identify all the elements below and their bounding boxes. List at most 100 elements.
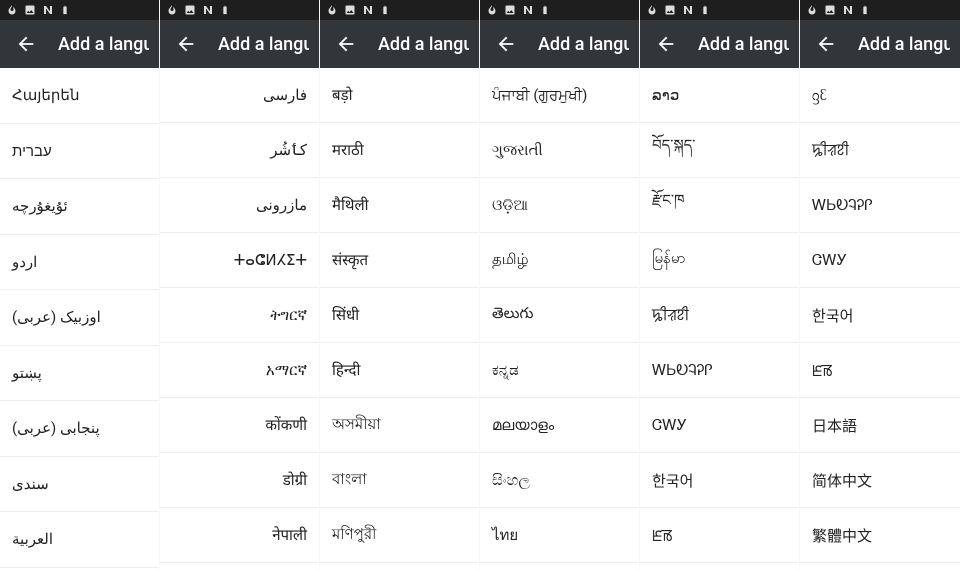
language-row[interactable]: ትግርኛ <box>160 288 319 343</box>
language-row[interactable]: 한국어 <box>800 288 960 343</box>
status-bar <box>0 0 159 20</box>
back-button[interactable] <box>14 32 38 56</box>
status-bar <box>640 0 799 20</box>
language-row[interactable]: संस्कृत <box>320 233 479 288</box>
app-bar-title: Add a langu <box>58 34 149 55</box>
language-list[interactable]: Հայերեն עברית ئۇيغۇرچە اردواوزبیک (عربی) پښت… <box>0 68 159 569</box>
language-row[interactable]: עברית <box>0 124 159 180</box>
language-row[interactable]: ꡈꡏ <box>800 343 960 398</box>
language-label: ᎳᏏᎧᎸᎮᎵ <box>812 196 873 214</box>
language-row[interactable]: 简体中文 <box>800 453 960 508</box>
back-button[interactable] <box>174 32 198 56</box>
language-row[interactable]: کٲشُر <box>160 123 319 178</box>
language-row[interactable]: ไทย <box>480 508 639 563</box>
language-label: বাংলা <box>332 468 367 493</box>
language-label: ئۇيغۇرچە <box>12 197 68 215</box>
language-row[interactable]: অসমীয়া <box>320 398 479 453</box>
language-label: 한국어 <box>812 305 853 326</box>
language-row[interactable]: العربية <box>0 512 159 568</box>
language-list[interactable]: فارسی کٲشُر مازرونی ⵜⴰⵛⵍⵃⵉⵜ ትግርኛ አማርኛकोंकणी डो… <box>160 68 319 569</box>
language-row[interactable]: ລາວ <box>640 68 799 123</box>
language-label: Հայերեն <box>12 86 79 104</box>
language-row[interactable]: মণিপুরী <box>320 508 479 563</box>
language-label: پښتو <box>12 364 42 382</box>
battery-icon <box>220 3 230 17</box>
screen-column: Add a langu ਪੰਜਾਬੀ (ਗੁਰਮੁਖੀ)ગુજરાતીଓଡ଼ିଆ த… <box>480 0 640 569</box>
screen-column: Add a langu Հայերեն עברית ئۇيغۇرچە اردواوزبی… <box>0 0 160 569</box>
language-label: हिन्दी <box>332 360 360 380</box>
language-label: অসমীয়া <box>332 413 381 438</box>
language-label: মণিপুরী <box>332 523 376 548</box>
n-icon <box>522 4 534 16</box>
app-bar-title: Add a langu <box>698 34 789 55</box>
battery-icon <box>380 3 390 17</box>
app-bar-title: Add a langu <box>538 34 629 55</box>
language-row[interactable]: বাংলা <box>320 453 479 508</box>
language-label: ትግርኛ <box>270 306 307 324</box>
status-bar <box>800 0 960 20</box>
language-label: فارسی <box>263 86 307 104</box>
language-row[interactable]: मराठी <box>320 123 479 178</box>
flame-icon <box>166 4 178 16</box>
language-row[interactable]: ਪੰਜਾਬੀ (ਗੁਰਮੁਖੀ) <box>480 68 639 123</box>
language-row[interactable]: اردو <box>0 235 159 291</box>
language-list[interactable]: ລາວབོད་སྐད་རྫོང་ཁ မြန်မာ ꠍꠤꠟꠐꠤᎳᏏᎧᎸᎮᎵ ᏣᎳᎩ 한국어… <box>640 68 799 569</box>
language-row[interactable]: فارسی <box>160 68 319 123</box>
language-row[interactable]: कोंकणी <box>160 398 319 453</box>
language-row[interactable]: Հայերեն <box>0 68 159 124</box>
language-label: ⵜⴰⵛⵍⵃⵉⵜ <box>234 251 307 269</box>
language-row[interactable]: မြန်မာ <box>640 233 799 288</box>
language-row[interactable]: ଓଡ଼ିଆ <box>480 178 639 233</box>
language-label: ᏣᎳᎩ <box>652 416 687 434</box>
language-label: မြန်မာ <box>652 249 686 271</box>
back-button[interactable] <box>814 32 838 56</box>
language-label: ꠍꠤꠟꠐꠤ <box>812 140 849 160</box>
language-row[interactable]: ꠍꠤꠟꠐꠤ <box>640 288 799 343</box>
language-row[interactable]: አማርኛ <box>160 343 319 398</box>
back-button[interactable] <box>334 32 358 56</box>
language-row[interactable]: پنجابی (عربی) <box>0 401 159 457</box>
language-row[interactable]: बड़ो <box>320 68 479 123</box>
language-row[interactable]: मैथिली <box>320 178 479 233</box>
back-button[interactable] <box>494 32 518 56</box>
language-row[interactable]: سندی <box>0 457 159 513</box>
language-row[interactable]: தமிழ் <box>480 233 639 288</box>
language-row[interactable]: ગુજરાતી <box>480 123 639 178</box>
language-row[interactable]: सिंधी <box>320 288 479 343</box>
language-label: डोग्री <box>283 470 307 490</box>
back-button[interactable] <box>654 32 678 56</box>
language-row[interactable]: മലയാളം <box>480 398 639 453</box>
language-row[interactable]: བོད་སྐད་ <box>640 123 799 178</box>
language-row[interactable]: ᎳᏏᎧᎸᎮᎵ <box>800 178 960 233</box>
language-row[interactable]: اوزبیک (عربی) <box>0 290 159 346</box>
language-list[interactable]: बड़ोमराठीमैथिलीसंस्कृतसिंधी हिन्दी অসমীয়া… <box>320 68 479 569</box>
app-bar: Add a langu <box>640 20 799 68</box>
language-row[interactable]: ꠍꠤꠟꠐꠤ <box>800 123 960 178</box>
language-row[interactable]: ᏣᎳᎩ <box>800 233 960 288</box>
language-row[interactable]: हिन्दी <box>320 343 479 398</box>
language-label: தமிழ் <box>492 250 529 270</box>
language-row[interactable]: 日本語 <box>800 398 960 453</box>
language-row[interactable]: ئۇيغۇرچە <box>0 179 159 235</box>
status-bar <box>160 0 319 20</box>
language-list[interactable]: ਪੰਜਾਬੀ (ਗੁਰਮੁਖੀ)ગુજરાતીଓଡ଼ିଆ தமிழ் తెలుగుಕ… <box>480 68 639 569</box>
language-row[interactable]: ꡈꡏ <box>640 508 799 563</box>
language-row[interactable]: తెలుగు <box>480 288 639 343</box>
language-row[interactable]: ᎳᏏᎧᎸᎮᎵ <box>640 343 799 398</box>
app-bar: Add a langu <box>800 20 960 68</box>
language-row[interactable]: پښتو <box>0 346 159 402</box>
language-list[interactable]: ᦋᦷ ꠍꠤꠟꠐꠤ ᎳᏏᎧᎸᎮᎵ ᏣᎳᎩ 한국어 ꡈꡏ日本語简体中文繁體中文 <box>800 68 960 569</box>
language-row[interactable]: ᦋᦷ <box>800 68 960 123</box>
language-row[interactable]: ⵜⴰⵛⵍⵃⵉⵜ <box>160 233 319 288</box>
language-label: کٲشُر <box>270 141 307 159</box>
language-row[interactable]: مازرونی <box>160 178 319 233</box>
language-row[interactable]: ᏣᎳᎩ <box>640 398 799 453</box>
language-row[interactable]: རྫོང་ཁ <box>640 178 799 233</box>
language-row[interactable]: 繁體中文 <box>800 508 960 563</box>
language-row[interactable]: සිංහල <box>480 453 639 508</box>
language-row[interactable]: 한국어 <box>640 453 799 508</box>
language-row[interactable]: नेपाली <box>160 508 319 563</box>
language-row[interactable]: ಕನ್ನಡ <box>480 343 639 398</box>
language-row[interactable]: डोग्री <box>160 453 319 508</box>
language-label: മലയാളം <box>492 416 554 434</box>
